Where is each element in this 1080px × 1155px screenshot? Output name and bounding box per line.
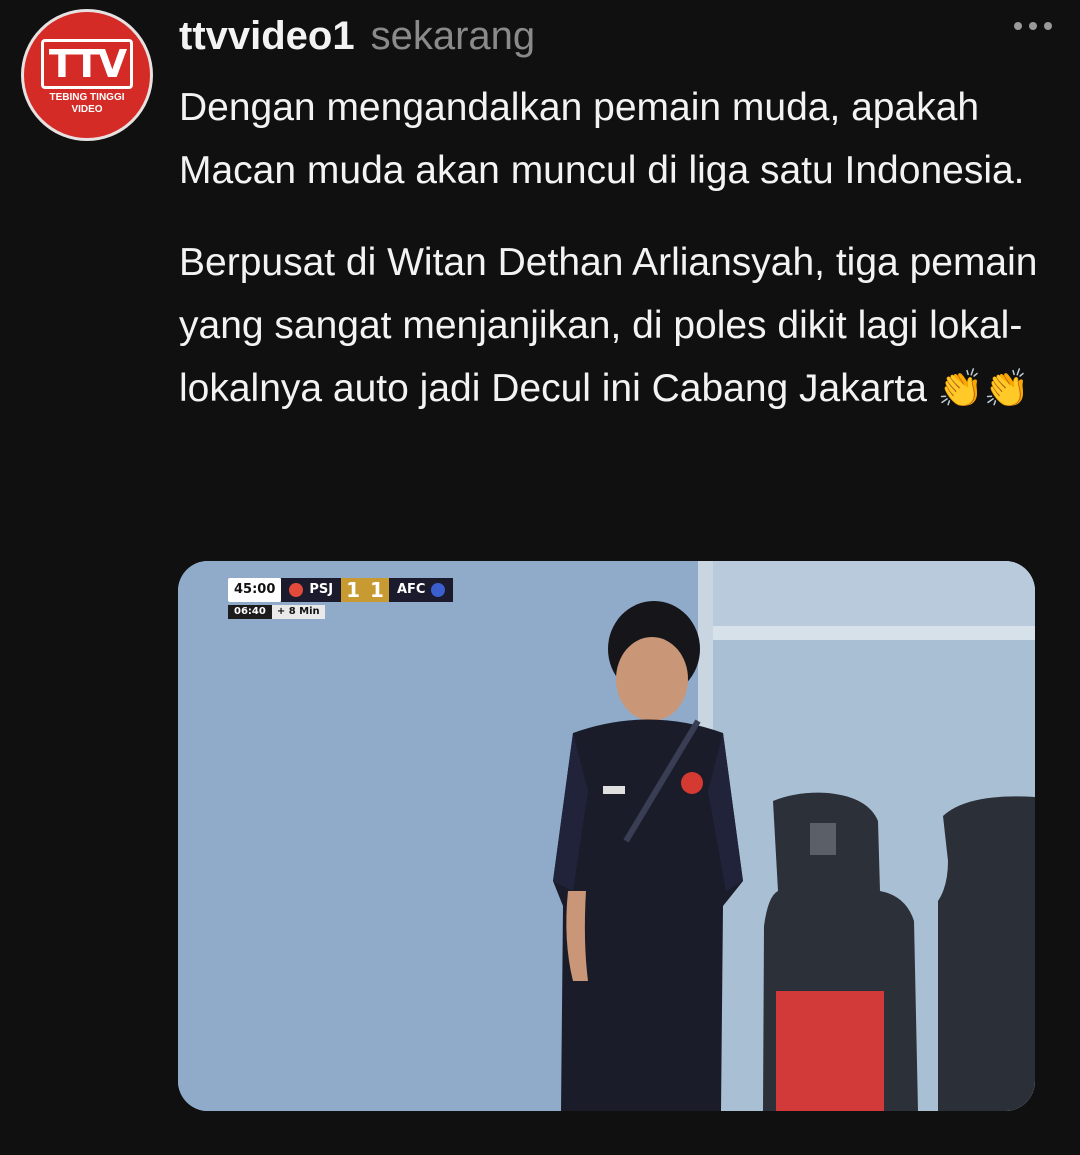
away-team: AFC — [388, 578, 454, 602]
post-paragraph: Berpusat di Witan Dethan Arliansyah, tig… — [179, 241, 1038, 410]
post-video[interactable]: 45:00 PSJ 1 1 AFC 06:40 + 8 Min — [178, 561, 1035, 1111]
home-score: 1 — [341, 578, 366, 602]
scorebug: 45:00 PSJ 1 1 AFC — [228, 578, 454, 602]
avatar-tagline: TEBING TINGGI VIDEO — [49, 92, 125, 115]
post-header: ttvvideo1 sekarang — [179, 14, 535, 62]
more-horizontal-icon[interactable] — [1014, 22, 1052, 30]
away-score: 1 — [365, 578, 389, 602]
post-paragraph: Dengan mengandalkan pemain muda, apakah … — [179, 86, 1025, 192]
home-team: PSJ — [281, 578, 342, 602]
username[interactable]: ttvvideo1 — [179, 14, 355, 59]
clapping-hands-emoji: 👏👏 — [937, 367, 1030, 410]
away-badge-icon — [431, 583, 446, 597]
sub-time: 06:40 — [228, 605, 272, 619]
avatar[interactable]: TTV TEBING TINGGI VIDEO — [21, 9, 153, 141]
timestamp: sekarang — [370, 14, 536, 58]
match-frame — [178, 561, 1035, 1111]
home-badge-icon — [289, 583, 304, 597]
scorebug-subbar: 06:40 + 8 Min — [228, 605, 325, 619]
match-clock: 45:00 — [228, 578, 282, 602]
added-time: + 8 Min — [271, 605, 325, 619]
ttv-logo: TTV — [24, 39, 150, 89]
post-body: Dengan mengandalkan pemain muda, apakah … — [179, 76, 1059, 449]
